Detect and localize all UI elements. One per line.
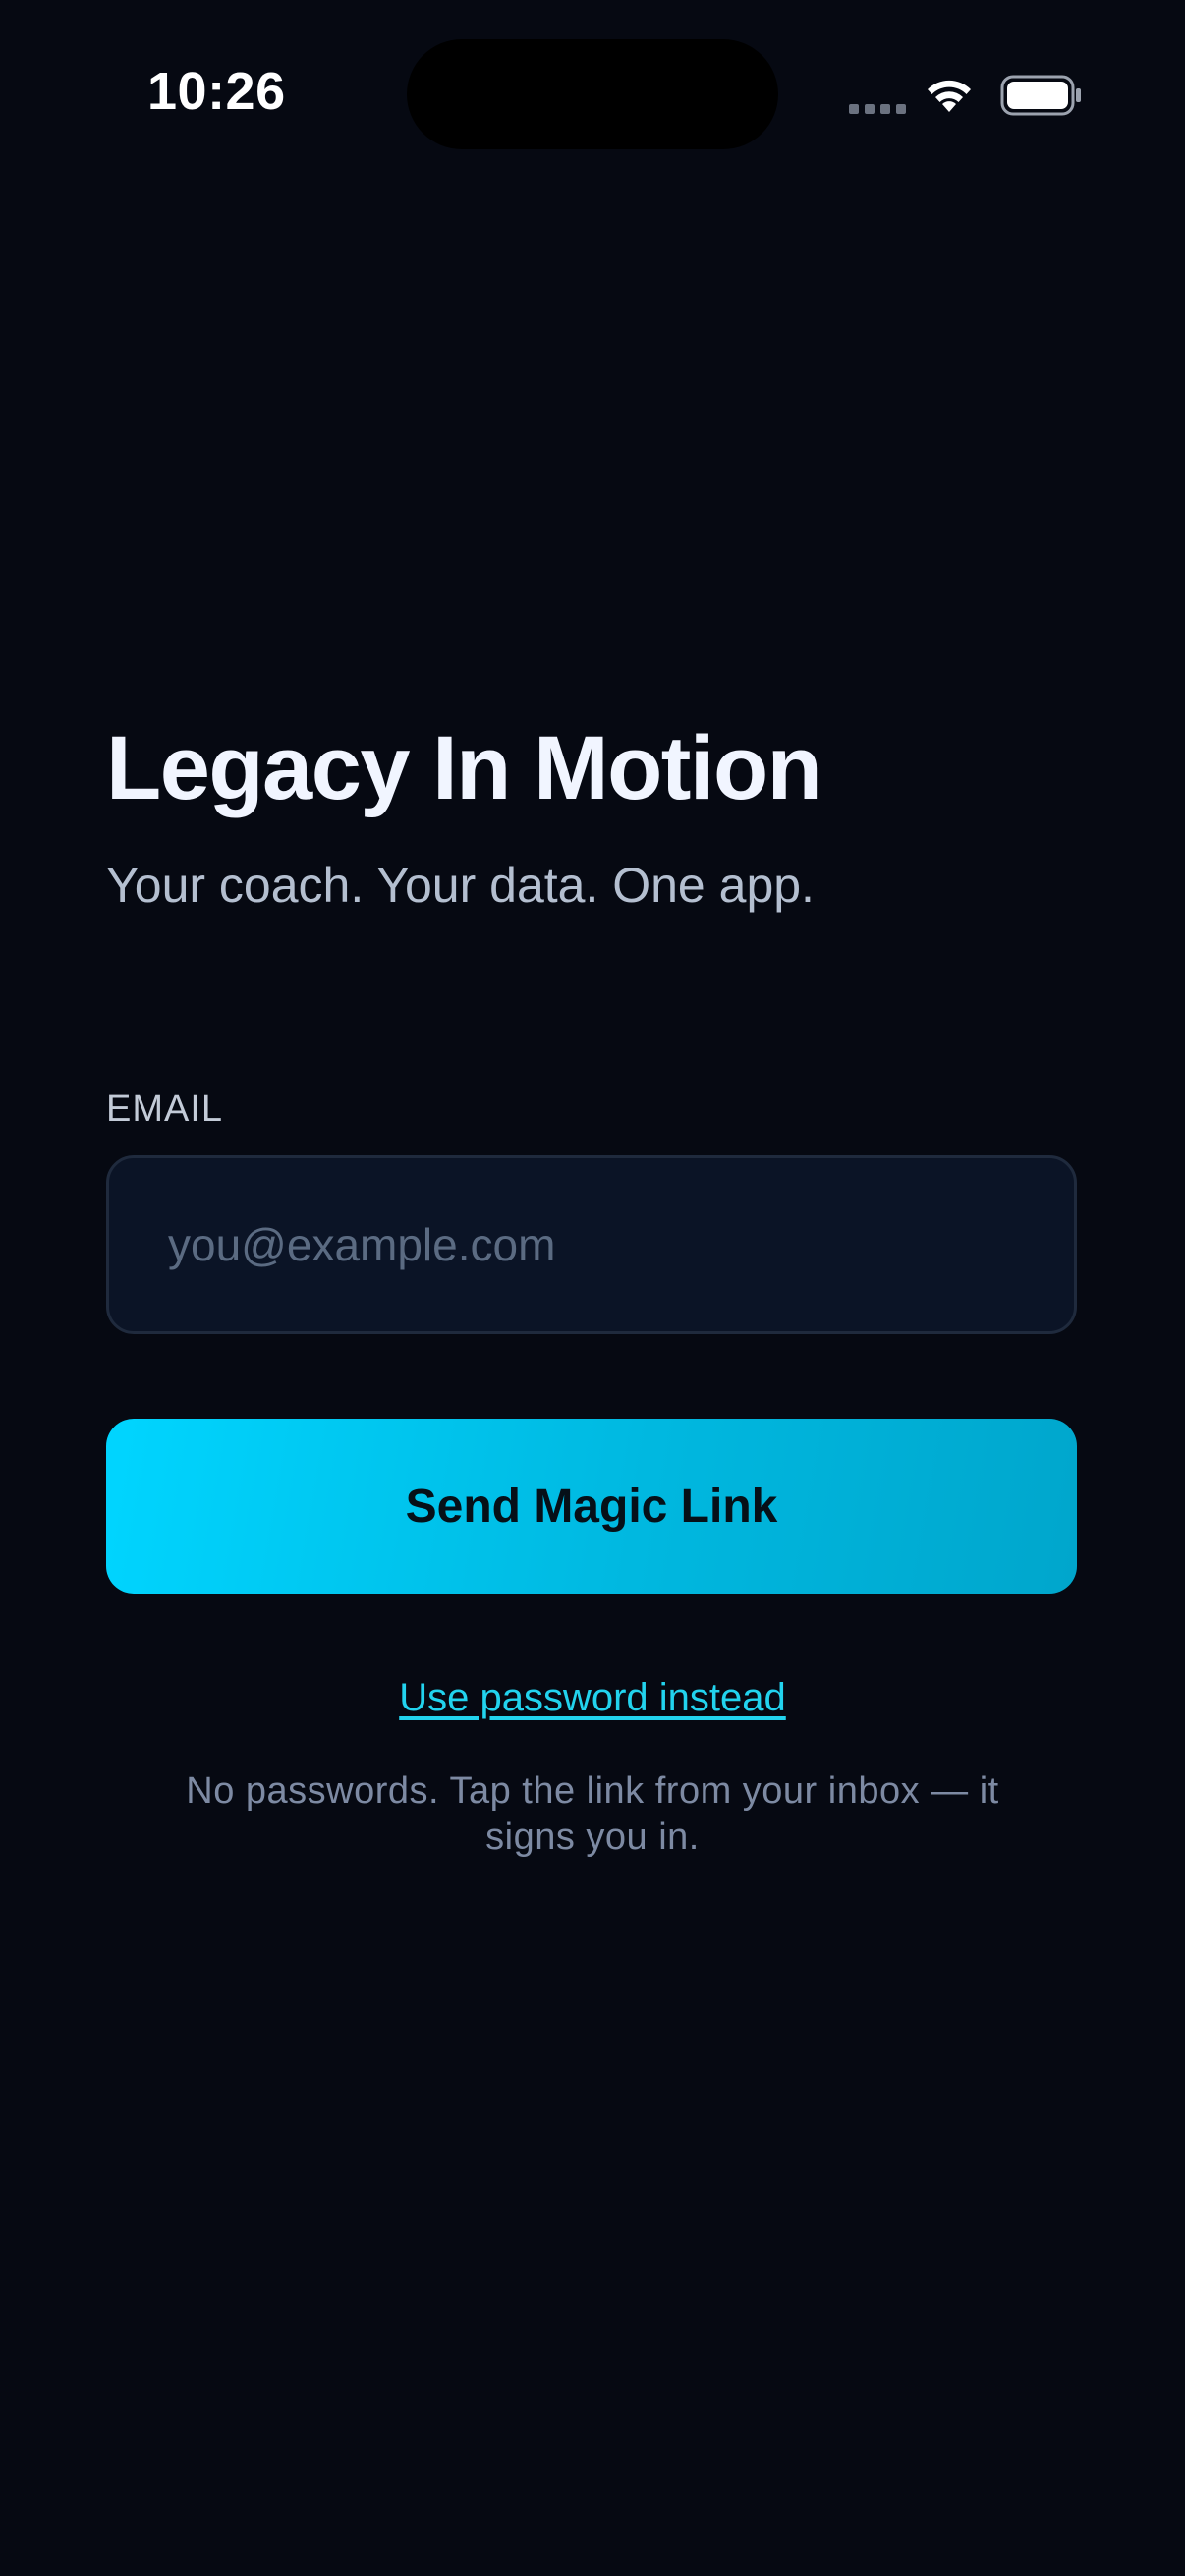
email-label: EMAIL [106,1089,224,1130]
cellular-signal-icon [849,104,906,114]
helper-text: No passwords. Tap the link from your inb… [186,1770,999,1858]
login-screen: 10:26 Legacy In Motion Your coach. Your … [0,0,1185,2576]
status-icons [845,71,1081,120]
app-title: Legacy In Motion [106,718,822,818]
dynamic-island [407,39,778,149]
status-time: 10:26 [147,62,286,121]
battery-icon [1000,75,1081,116]
use-password-link[interactable]: Use password instead [399,1676,786,1719]
email-field[interactable] [106,1155,1077,1334]
password-link-container: Use password instead [0,1676,1185,1720]
send-magic-link-button[interactable]: Send Magic Link [106,1419,1077,1594]
wifi-icon [928,80,971,112]
app-subtitle: Your coach. Your data. One app. [106,858,815,913]
